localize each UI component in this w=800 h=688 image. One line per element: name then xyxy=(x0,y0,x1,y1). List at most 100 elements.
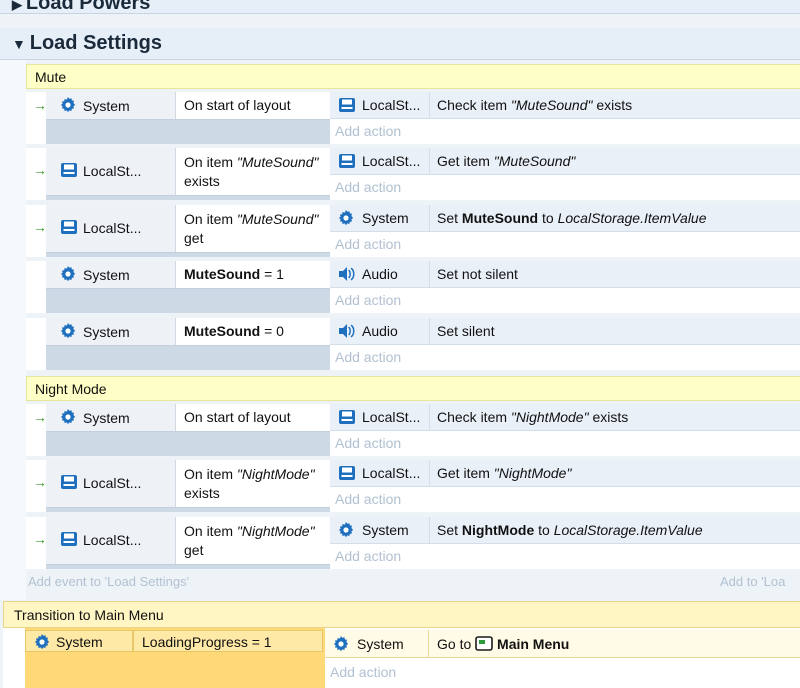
action-text[interactable]: Get item "MuteSound" xyxy=(430,148,800,174)
action-object[interactable]: Audio xyxy=(330,318,430,344)
condition-object-name: LocalSt... xyxy=(83,163,142,179)
add-action-link[interactable]: Add action xyxy=(330,664,396,680)
event-row[interactable]: → LocalSt... On item "MuteSound" get System S… xyxy=(26,205,800,257)
transition-condition-text[interactable]: LoadingProgress = 1 xyxy=(133,630,323,652)
group-header-load-settings[interactable]: ▼ Load Settings xyxy=(0,28,800,60)
gear-icon xyxy=(60,97,76,116)
local-storage-icon xyxy=(60,219,78,238)
local-storage-icon xyxy=(60,474,78,493)
action-text[interactable]: Check item "NightMode" exists xyxy=(430,404,800,430)
action-text[interactable]: Get item "NightMode" xyxy=(430,460,800,486)
condition-row[interactable]: System MuteSound = 0 xyxy=(46,318,351,346)
expand-triangle-icon[interactable]: ▶ xyxy=(12,0,22,13)
condition-row[interactable]: System MuteSound = 1 xyxy=(46,261,351,289)
event-row[interactable]: → System On start of layout LocalSt... Check… xyxy=(26,92,800,144)
add-action-link[interactable]: Add action xyxy=(330,288,800,313)
condition-object[interactable]: LocalSt... xyxy=(46,517,176,564)
condition-text[interactable]: On item "NightMode" get xyxy=(176,517,351,564)
action-object[interactable]: LocalSt... xyxy=(330,404,430,430)
condition-text[interactable]: MuteSound = 1 xyxy=(176,261,351,288)
collapse-triangle-icon[interactable]: ▼ xyxy=(12,36,26,52)
condition-text[interactable]: On item "NightMode" exists xyxy=(176,460,351,507)
action-object[interactable]: LocalSt... xyxy=(330,460,430,486)
add-action-link[interactable]: Add action xyxy=(330,345,800,370)
subgroup-header-transition[interactable]: Transition to Main Menu xyxy=(3,601,800,628)
event-gutter[interactable] xyxy=(26,318,46,370)
event-row[interactable]: → LocalSt... On item "MuteSound" exists Loca… xyxy=(26,148,800,200)
action-row[interactable]: Audio Set silent xyxy=(330,318,800,345)
condition-object[interactable]: System xyxy=(46,261,176,288)
transition-condition-object[interactable]: System xyxy=(25,630,133,652)
subgroup-header-mute[interactable]: Mute xyxy=(26,64,800,89)
action-object[interactable]: System xyxy=(330,517,430,543)
condition-object[interactable]: System xyxy=(46,92,176,119)
condition-row[interactable]: LocalSt... On item "NightMode" exists xyxy=(46,460,351,508)
group-header-load-powers[interactable]: ▶ Load Powers xyxy=(0,0,800,14)
action-item-name: LocalStorage.ItemValue xyxy=(553,522,703,538)
local-storage-icon xyxy=(338,153,356,172)
action-row[interactable]: LocalSt... Get item "MuteSound" xyxy=(330,148,800,175)
subgroup-header-night-mode[interactable]: Night Mode xyxy=(26,376,800,401)
add-action-link[interactable]: Add action xyxy=(330,544,800,569)
action-item-name: "NightMode" xyxy=(493,465,572,481)
event-row[interactable]: System MuteSound = 1 Audio Set not silent Ad… xyxy=(26,261,800,313)
condition-object[interactable]: LocalSt... xyxy=(46,148,176,195)
condition-text[interactable]: On item "MuteSound" exists xyxy=(176,148,351,195)
action-text[interactable]: Set NightMode to LocalStorage.ItemValue xyxy=(430,517,800,543)
condition-text[interactable]: On start of layout xyxy=(176,92,351,119)
condition-text[interactable]: On item "MuteSound" get xyxy=(176,205,351,252)
action-text[interactable]: Set MuteSound to LocalStorage.ItemValue xyxy=(430,205,800,231)
gear-icon xyxy=(34,634,50,653)
event-row[interactable]: → LocalSt... On item "NightMode" get System S… xyxy=(26,517,800,569)
condition-object[interactable]: System xyxy=(46,404,176,431)
add-action-link[interactable]: Add action xyxy=(330,431,800,456)
action-row[interactable]: LocalSt... Get item "NightMode" xyxy=(330,460,800,487)
action-object[interactable]: Audio xyxy=(330,261,430,287)
condition-object[interactable]: LocalSt... xyxy=(46,205,176,252)
action-text[interactable]: Check item "MuteSound" exists xyxy=(430,92,800,118)
event-gutter[interactable] xyxy=(26,261,46,313)
condition-row[interactable]: LocalSt... On item "MuteSound" exists xyxy=(46,148,351,196)
add-action-link[interactable]: Add action xyxy=(330,119,800,144)
trigger-arrow-icon: → xyxy=(33,409,47,425)
action-object-name: System xyxy=(362,522,409,538)
event-row[interactable]: System MuteSound = 0 Audio Set silent Add ac… xyxy=(26,318,800,370)
condition-row[interactable]: LocalSt... On item "NightMode" get xyxy=(46,517,351,565)
action-row[interactable]: LocalSt... Check item "NightMode" exists xyxy=(330,404,800,431)
condition-text-line: On item "NightMode" xyxy=(184,465,351,484)
action-object[interactable]: LocalSt... xyxy=(330,148,430,174)
action-object[interactable]: System xyxy=(330,205,430,231)
action-row[interactable]: Audio Set not silent xyxy=(330,261,800,288)
condition-row[interactable]: LocalSt... On item "MuteSound" get xyxy=(46,205,351,253)
condition-row[interactable]: System On start of layout xyxy=(46,92,351,120)
condition-object[interactable]: System xyxy=(46,318,176,345)
add-event-link[interactable]: Add event to 'Load Settings' xyxy=(28,574,189,589)
condition-block: System On start of layout xyxy=(46,404,351,456)
action-row[interactable]: System Set NightMode to LocalStorage.Item… xyxy=(330,517,800,544)
condition-text[interactable]: MuteSound = 0 xyxy=(176,318,351,345)
action-row[interactable]: LocalSt... Check item "MuteSound" exists xyxy=(330,92,800,119)
action-row[interactable]: System Set MuteSound to LocalStorage.Item… xyxy=(330,205,800,232)
event-row[interactable]: → System On start of layout LocalSt... Check… xyxy=(26,404,800,456)
condition-object-name: System xyxy=(83,410,130,426)
add-action-link[interactable]: Add action xyxy=(330,487,800,512)
condition-text[interactable]: On start of layout xyxy=(176,404,351,431)
add-to-link[interactable]: Add to 'Loa xyxy=(720,574,785,589)
condition-object[interactable]: LocalSt... xyxy=(46,460,176,507)
action-object[interactable]: LocalSt... xyxy=(330,92,430,118)
transition-action-row[interactable]: System Go to Main Menu xyxy=(325,630,800,658)
action-text-prefix: Check item xyxy=(437,97,511,113)
trigger-arrow-icon: → xyxy=(33,97,47,113)
condition-block: LocalSt... On item "NightMode" exists xyxy=(46,460,351,512)
add-action-link[interactable]: Add action xyxy=(330,175,800,200)
add-action-link[interactable]: Add action xyxy=(330,232,800,257)
event-row[interactable]: → LocalSt... On item "NightMode" exists Loca… xyxy=(26,460,800,512)
condition-row[interactable]: System On start of layout xyxy=(46,404,351,432)
action-text[interactable]: Set not silent xyxy=(430,261,800,287)
condition-object-name: System xyxy=(56,634,103,650)
action-text[interactable]: Set silent xyxy=(430,318,800,344)
action-block: System Set MuteSound to LocalStorage.Item… xyxy=(330,205,800,257)
condition-text-value: = 0 xyxy=(260,323,284,339)
transition-event[interactable]: System LoadingProgress = 1 System Go to … xyxy=(3,628,800,688)
condition-text-prefix: On item xyxy=(184,211,237,227)
